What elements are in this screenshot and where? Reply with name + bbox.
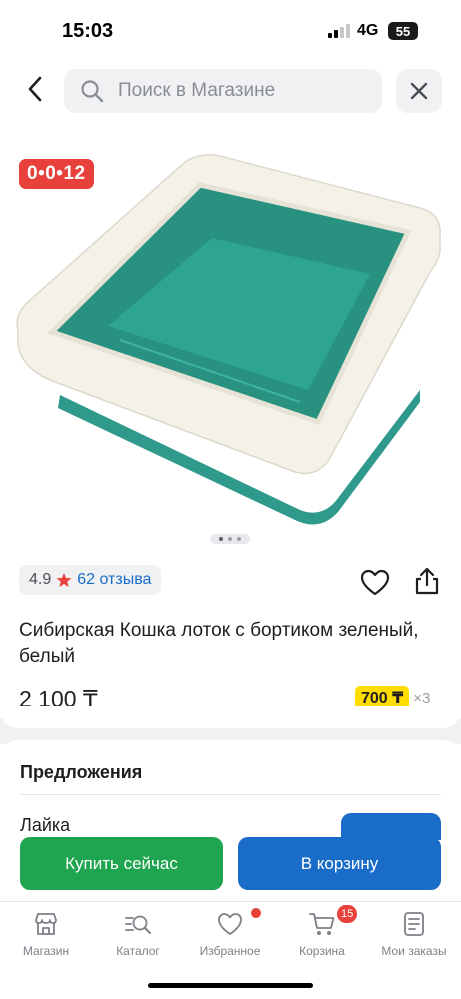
- rating-score: 4.9: [29, 571, 52, 588]
- heart-icon: [218, 913, 242, 935]
- nav-label-catalog: Каталог: [116, 944, 160, 958]
- product-image[interactable]: [0, 140, 461, 530]
- gallery-dot: [237, 537, 241, 541]
- cart-count-badge: 15: [337, 905, 358, 923]
- installment-count: ×3: [413, 689, 431, 707]
- reviews-link[interactable]: 62 отзыва: [77, 571, 151, 589]
- close-icon: [410, 82, 428, 100]
- network-type: 4G: [357, 22, 379, 39]
- close-button[interactable]: [396, 69, 442, 113]
- offer-seller-name[interactable]: Лайка: [20, 815, 70, 836]
- offers-divider: [20, 794, 441, 795]
- search-placeholder: Поиск в Магазине: [118, 80, 276, 101]
- nav-label-favorites: Избранное: [199, 944, 261, 958]
- gallery-dot: [228, 537, 232, 541]
- add-to-cart-button[interactable]: В корзину: [238, 837, 441, 890]
- rating-chip[interactable]: 4.9 62 отзыва: [19, 565, 162, 595]
- buy-now-button[interactable]: Купить сейчас: [20, 837, 223, 890]
- nav-label-cart: Корзина: [299, 944, 345, 958]
- chevron-left-icon: [28, 76, 42, 102]
- store-icon: [35, 913, 57, 935]
- favorites-notification-dot: [251, 908, 261, 918]
- offers-section: Предложения Лайка: [0, 740, 461, 840]
- nav-label-orders: Мои заказы: [381, 944, 447, 958]
- product-title: Сибирская Кошка лоток с бортиком зеленый…: [19, 620, 419, 667]
- star-icon: [56, 573, 72, 587]
- orders-icon: [404, 912, 424, 936]
- catalog-search-icon: [125, 915, 151, 934]
- status-bar: 15:03 4G 55: [0, 0, 461, 60]
- favorite-heart-icon[interactable]: [360, 568, 390, 598]
- signal-icon: [328, 24, 350, 38]
- cart-icon: [309, 913, 335, 935]
- nav-item-favorites[interactable]: Избранное: [184, 910, 276, 958]
- nav-item-orders[interactable]: Мои заказы: [368, 910, 460, 958]
- gallery-dot: [219, 537, 223, 541]
- share-icon[interactable]: [412, 566, 442, 596]
- home-indicator: [148, 983, 313, 988]
- nav-label-store: Магазин: [22, 944, 70, 958]
- nav-item-store[interactable]: Магазин: [0, 910, 92, 958]
- battery-indicator: 55: [388, 22, 418, 40]
- product-card-bottom: [0, 706, 461, 728]
- gallery-pagination[interactable]: [210, 534, 250, 544]
- offers-heading: Предложения: [20, 762, 143, 782]
- countdown-timer-badge: 0•0•12: [19, 159, 94, 189]
- offer-select-button[interactable]: [341, 813, 441, 840]
- back-button[interactable]: [18, 70, 52, 108]
- status-time: 15:03: [62, 20, 114, 42]
- search-icon: [81, 80, 104, 103]
- nav-item-catalog[interactable]: Каталог: [92, 910, 184, 958]
- search-input[interactable]: Поиск в Магазине: [64, 69, 382, 113]
